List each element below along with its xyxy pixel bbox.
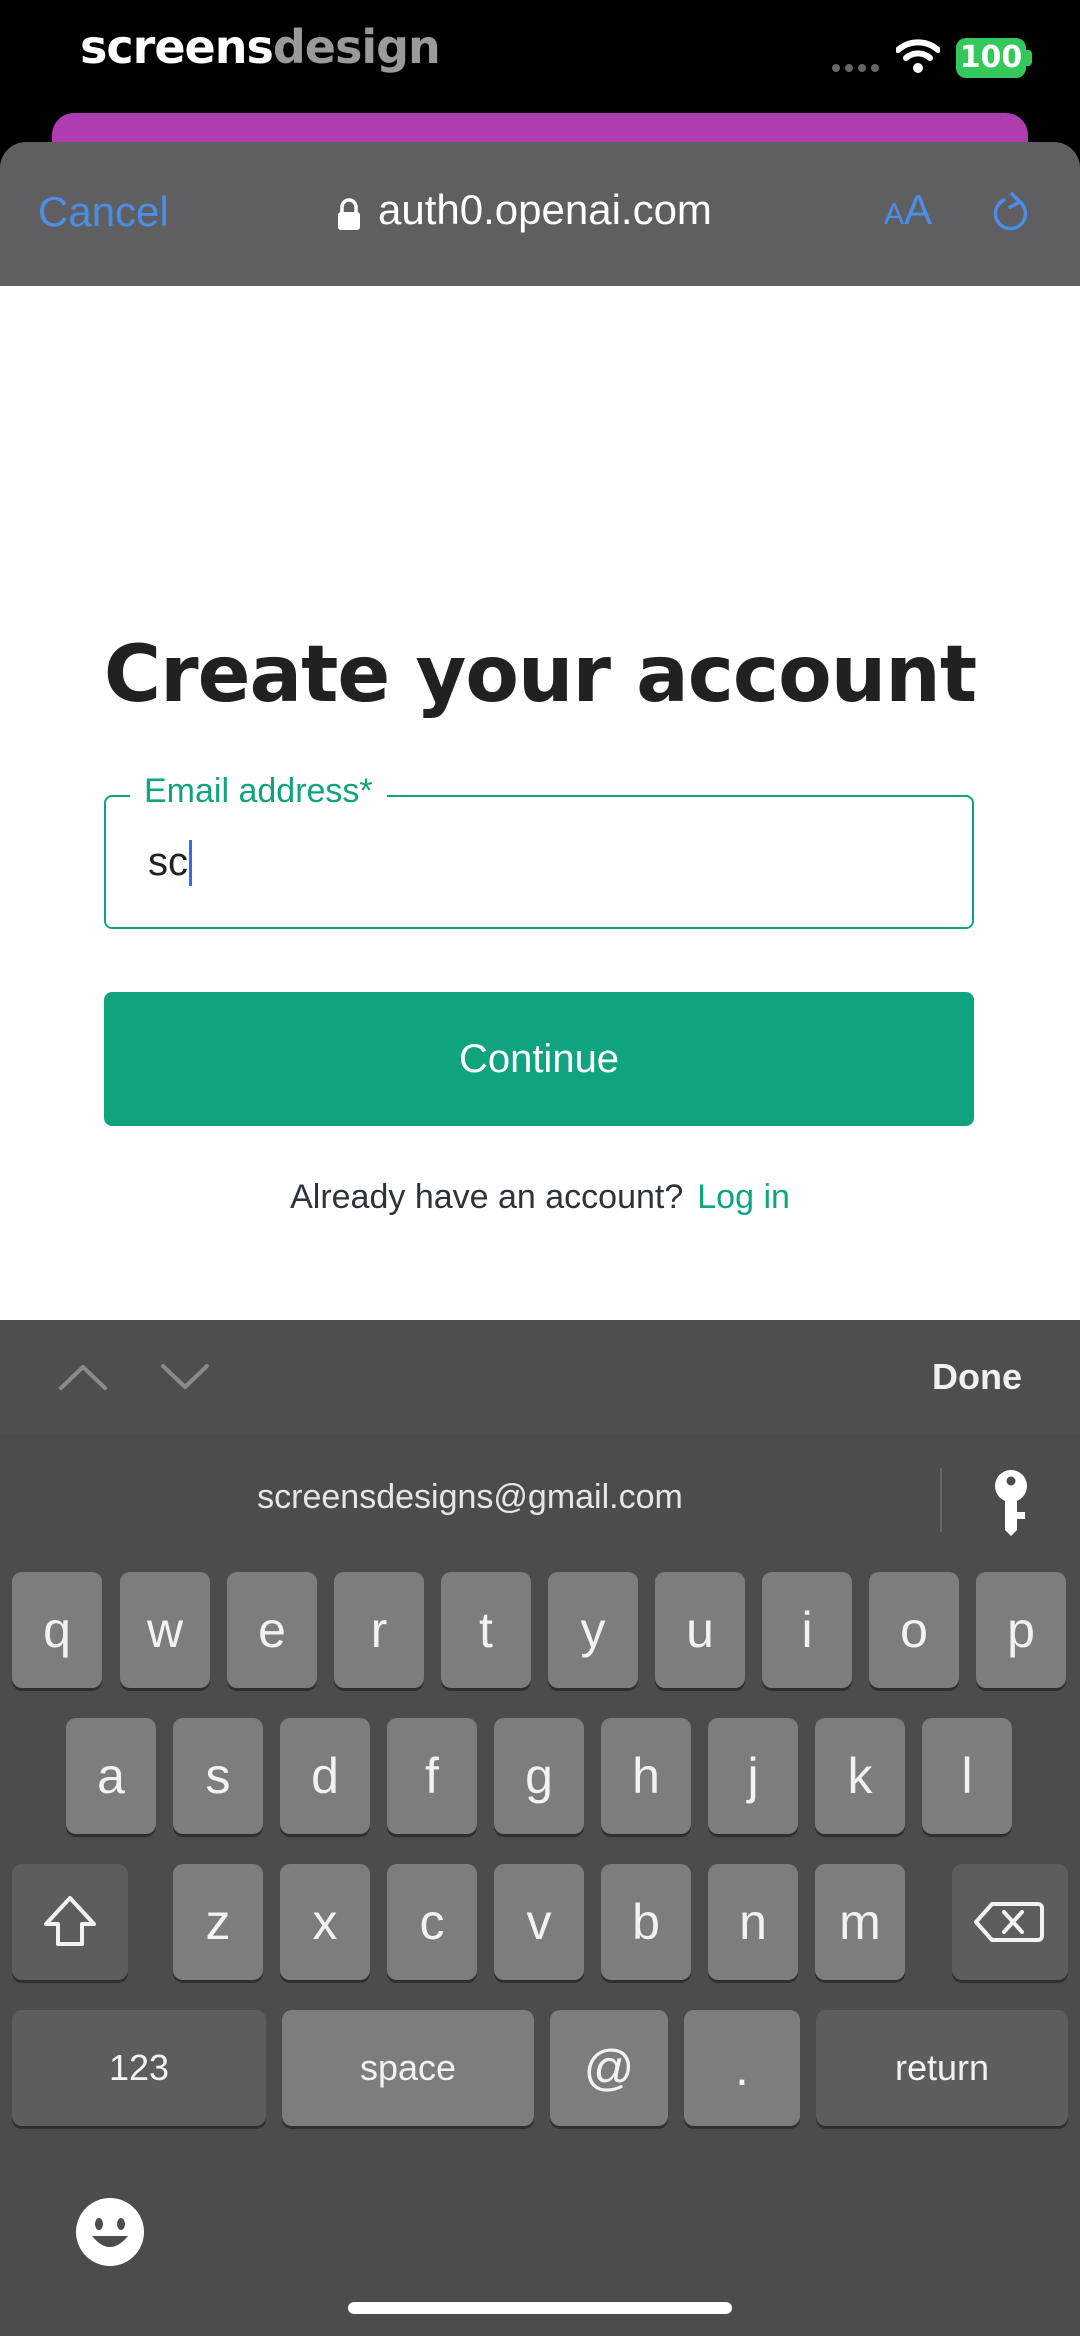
numbers-key[interactable]: 123: [12, 2010, 266, 2126]
done-button[interactable]: Done: [932, 1356, 1022, 1398]
key-y[interactable]: y: [548, 1572, 638, 1688]
chevron-down-icon[interactable]: [160, 1362, 210, 1392]
login-prompt-text: Already have an account?: [290, 1178, 684, 1216]
key-v[interactable]: v: [494, 1864, 584, 1980]
key-q[interactable]: q: [12, 1572, 102, 1688]
shift-key[interactable]: [12, 1864, 128, 1980]
suggestion-divider: [940, 1468, 942, 1532]
key-j[interactable]: j: [708, 1718, 798, 1834]
shift-icon: [44, 1896, 96, 1946]
backspace-key[interactable]: [952, 1864, 1068, 1980]
key-b[interactable]: b: [601, 1864, 691, 1980]
key-s[interactable]: s: [173, 1718, 263, 1834]
home-indicator[interactable]: [348, 2302, 732, 2314]
signal-icon: [832, 64, 882, 78]
email-field[interactable]: [104, 795, 974, 929]
wifi-icon: [896, 39, 940, 73]
key-a[interactable]: a: [66, 1718, 156, 1834]
key-g[interactable]: g: [494, 1718, 584, 1834]
key-x[interactable]: x: [280, 1864, 370, 1980]
chevron-up-icon[interactable]: [58, 1362, 108, 1392]
battery-nub: [1026, 50, 1032, 66]
login-prompt: Already have an account? Log in: [0, 1178, 1080, 1217]
email-suggestion[interactable]: screensdesigns@gmail.com: [0, 1478, 940, 1517]
key-o[interactable]: o: [869, 1572, 959, 1688]
key-t[interactable]: t: [441, 1572, 531, 1688]
cancel-button[interactable]: Cancel: [38, 188, 169, 236]
email-field-value[interactable]: sc: [148, 840, 188, 885]
text-caret: [189, 840, 192, 886]
watermark-logo: screensdesign: [80, 20, 441, 74]
text-size-button[interactable]: AA: [884, 186, 932, 234]
key-e[interactable]: e: [227, 1572, 317, 1688]
passwords-key-icon[interactable]: [988, 1468, 1034, 1538]
key-l[interactable]: l: [922, 1718, 1012, 1834]
reload-icon[interactable]: [990, 190, 1032, 236]
dot-key[interactable]: .: [684, 2010, 800, 2126]
key-d[interactable]: d: [280, 1718, 370, 1834]
email-field-label: Email address*: [130, 772, 387, 811]
key-f[interactable]: f: [387, 1718, 477, 1834]
login-link[interactable]: Log in: [697, 1178, 790, 1216]
space-key[interactable]: space: [282, 2010, 534, 2126]
key-p[interactable]: p: [976, 1572, 1066, 1688]
key-m[interactable]: m: [815, 1864, 905, 1980]
key-k[interactable]: k: [815, 1718, 905, 1834]
page-title: Create your account: [103, 630, 977, 720]
return-key[interactable]: return: [816, 2010, 1068, 2126]
emoji-icon[interactable]: [74, 2196, 146, 2268]
key-i[interactable]: i: [762, 1572, 852, 1688]
key-w[interactable]: w: [120, 1572, 210, 1688]
backspace-icon: [974, 1902, 1044, 1942]
key-n[interactable]: n: [708, 1864, 798, 1980]
key-h[interactable]: h: [601, 1718, 691, 1834]
at-key[interactable]: @: [550, 2010, 668, 2126]
url-text[interactable]: auth0.openai.com: [378, 186, 712, 234]
battery-indicator: 100: [956, 38, 1026, 78]
lock-icon: [338, 198, 360, 230]
key-c[interactable]: c: [387, 1864, 477, 1980]
key-u[interactable]: u: [655, 1572, 745, 1688]
key-r[interactable]: r: [334, 1572, 424, 1688]
continue-button[interactable]: Continue: [104, 992, 974, 1126]
key-z[interactable]: z: [173, 1864, 263, 1980]
